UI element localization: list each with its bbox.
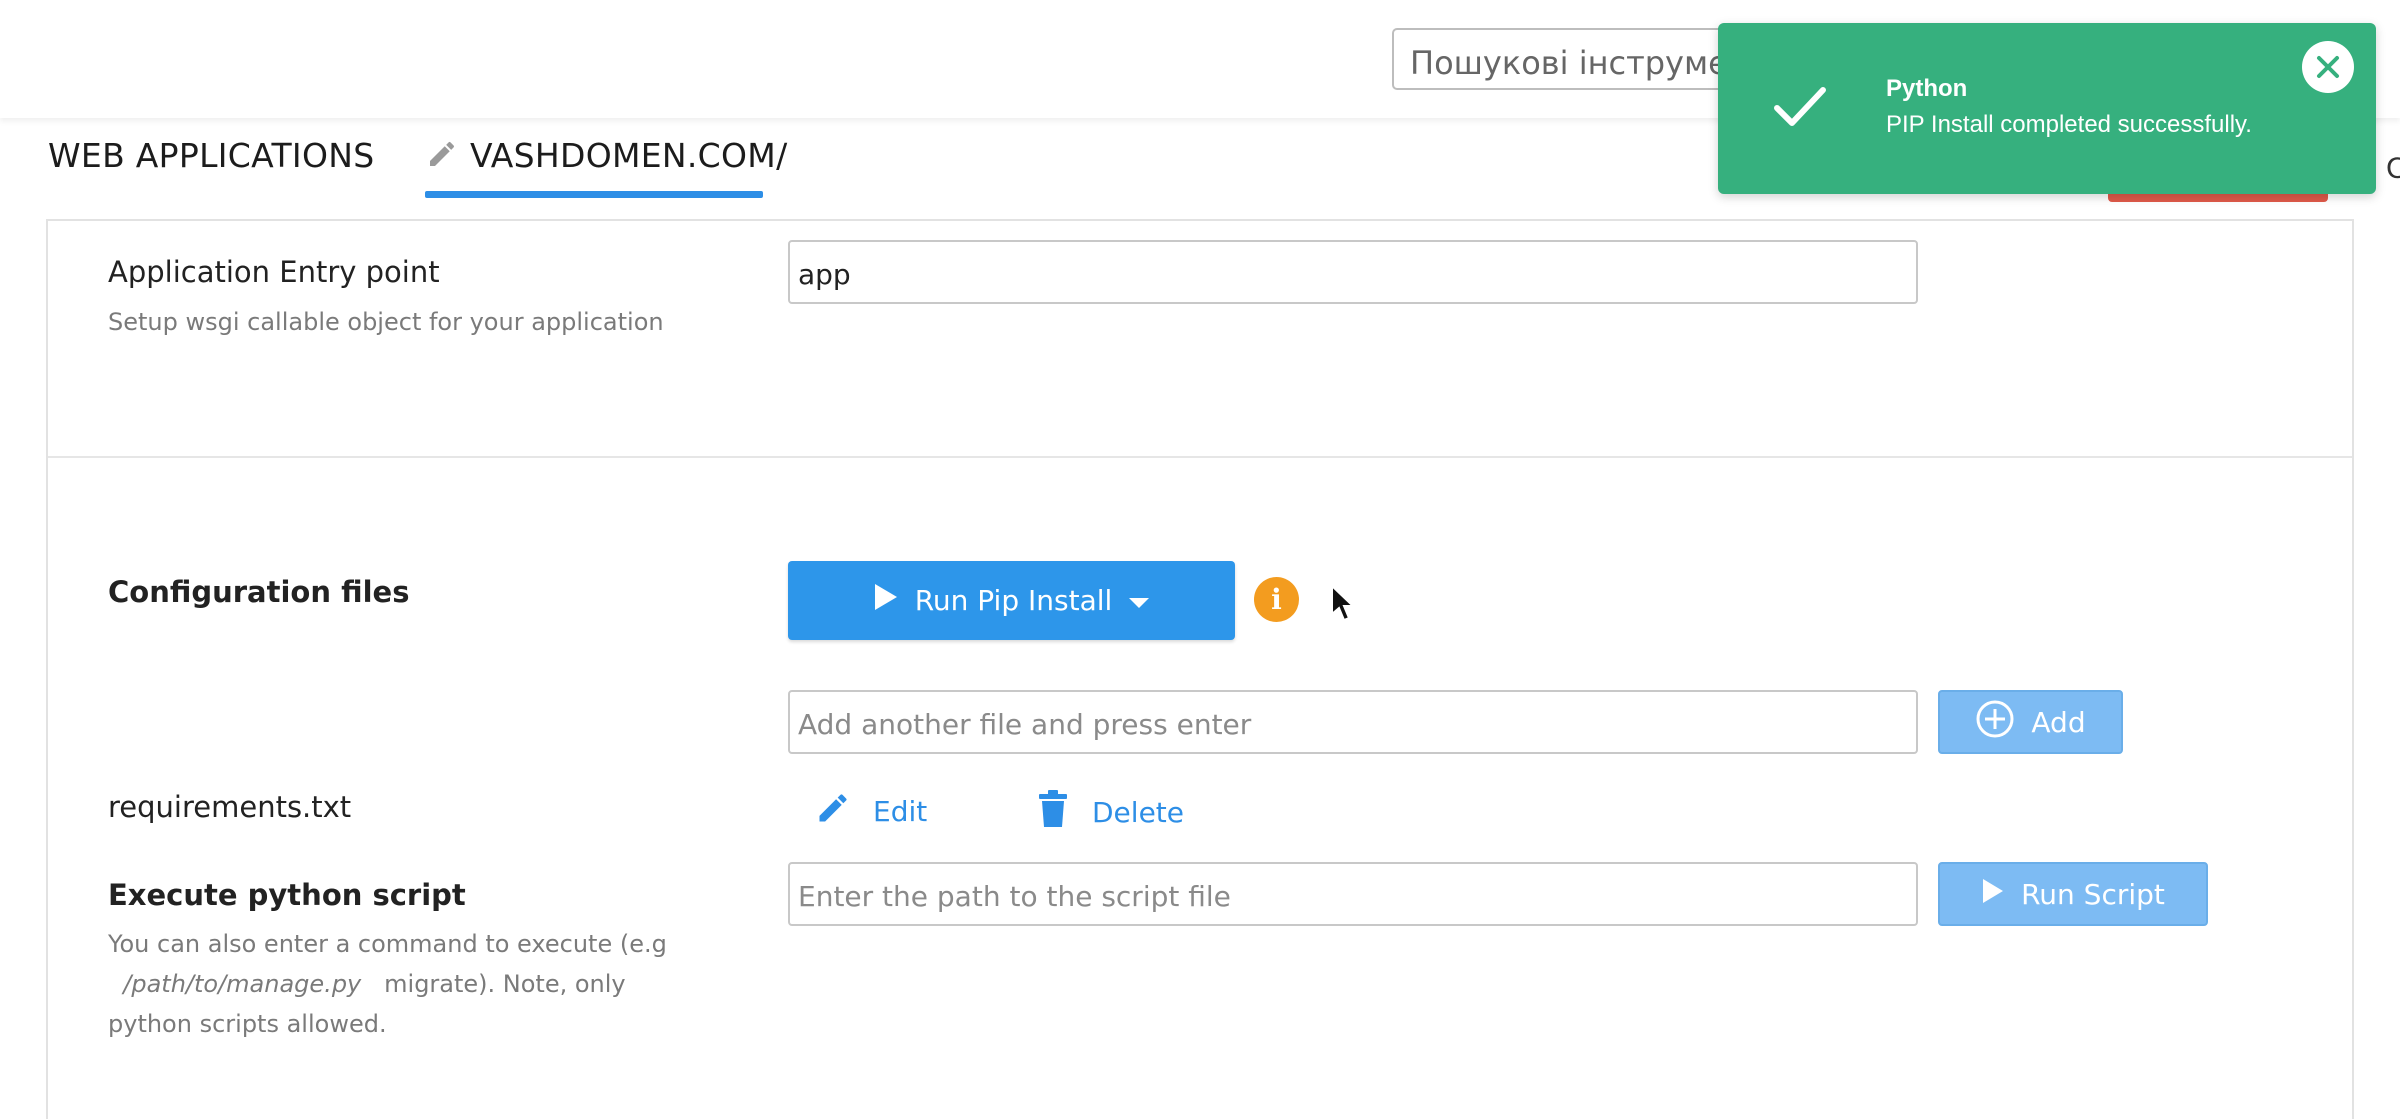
- tab-domain[interactable]: VASHDOMEN.COM/: [426, 136, 788, 179]
- add-file-input[interactable]: Add another file and press enter: [788, 690, 1918, 754]
- config-files-label: Configuration files: [108, 575, 410, 609]
- run-pip-install-label: Run Pip Install: [914, 584, 1113, 617]
- toast-title: Python: [1886, 75, 1968, 102]
- trash-icon: [1036, 790, 1070, 835]
- execute-script-help: You can also enter a command to execute …: [108, 924, 708, 1044]
- active-tab-indicator: [425, 191, 763, 198]
- entry-point-label: Application Entry point: [108, 255, 440, 289]
- run-script-button[interactable]: Run Script: [1938, 862, 2208, 926]
- pencil-icon: [426, 137, 458, 179]
- help-prefix: You can also enter a command to execute …: [108, 930, 667, 958]
- caret-down-icon[interactable]: [1128, 584, 1150, 617]
- file-name: requirements.txt: [108, 790, 352, 824]
- execute-script-label: Execute python script: [108, 878, 466, 912]
- delete-label: Delete: [1092, 796, 1184, 829]
- toast-message: PIP Install completed successfully.: [1886, 111, 2252, 138]
- success-toast: Python PIP Install completed successfull…: [1718, 23, 2376, 194]
- checkmark-icon: [1774, 85, 1826, 134]
- help-path: /path/to/manage.py: [123, 970, 362, 998]
- play-icon: [873, 582, 899, 619]
- add-button[interactable]: Add: [1938, 690, 2123, 754]
- edit-pencil-icon: [815, 790, 851, 833]
- info-icon[interactable]: i: [1254, 577, 1299, 622]
- tab-domain-label: VASHDOMEN.COM/: [470, 136, 788, 175]
- plus-circle-icon: [1975, 699, 2015, 746]
- close-icon[interactable]: [2302, 41, 2354, 93]
- section-divider: [48, 456, 2352, 458]
- run-pip-install-button[interactable]: Run Pip Install: [788, 561, 1235, 640]
- edit-label: Edit: [873, 795, 928, 828]
- edit-file-link[interactable]: Edit: [815, 790, 927, 833]
- delete-file-link[interactable]: Delete: [1036, 790, 1184, 835]
- cursor-icon: [1330, 583, 1356, 629]
- entry-point-input[interactable]: app: [788, 240, 1918, 304]
- script-path-input[interactable]: Enter the path to the script file: [788, 862, 1918, 926]
- edge-text: C: [2386, 152, 2400, 185]
- entry-point-help: Setup wsgi callable object for your appl…: [108, 308, 664, 336]
- add-button-label: Add: [2031, 705, 2086, 739]
- tab-web-applications[interactable]: WEB APPLICATIONS: [48, 136, 374, 175]
- run-script-label: Run Script: [2021, 877, 2165, 911]
- play-icon: [1981, 877, 2005, 912]
